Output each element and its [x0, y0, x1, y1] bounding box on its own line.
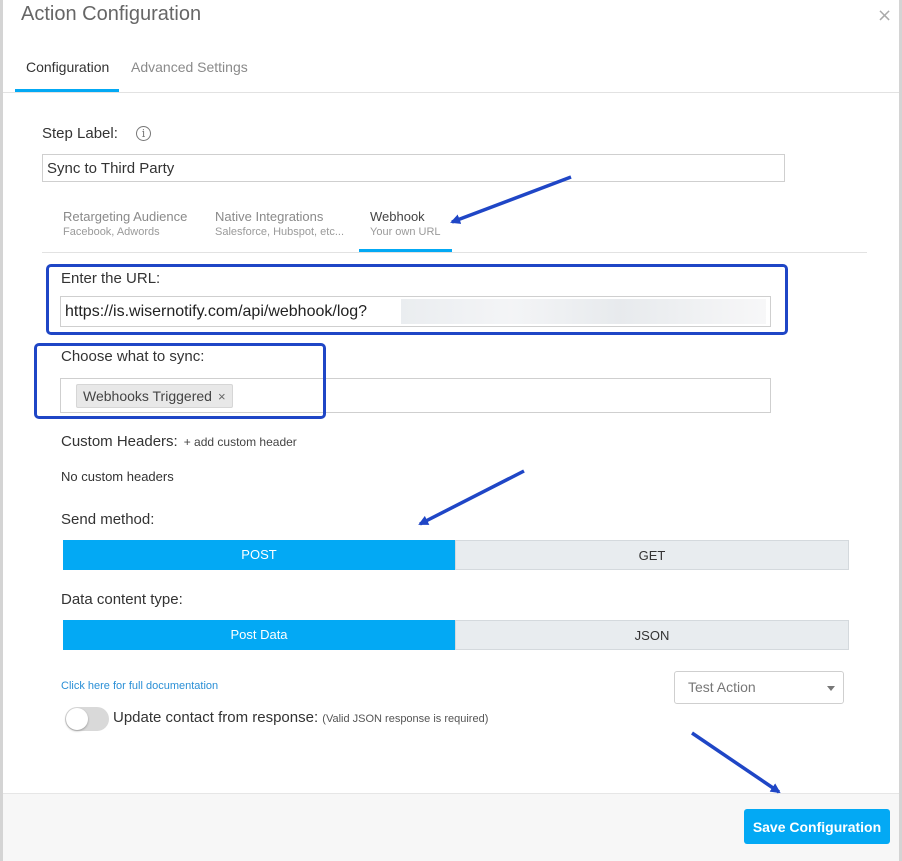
info-icon[interactable]: i: [136, 126, 151, 141]
dialog-title: Action Configuration: [21, 3, 202, 25]
sub-tab-title: Retargeting Audience: [63, 209, 188, 224]
documentation-link[interactable]: Click here for full documentation: [61, 680, 218, 692]
custom-headers-row: Custom Headers: + add custom header: [61, 433, 297, 450]
chevron-down-icon: [827, 686, 835, 691]
sub-tab-webhook[interactable]: Webhook Your own URL: [370, 209, 441, 238]
sub-tab-title: Webhook: [370, 209, 425, 224]
send-method-toggle: POST GET: [63, 540, 849, 570]
integration-type-tabs: Retargeting Audience Facebook, Adwords N…: [42, 205, 867, 253]
active-sub-tab-indicator: [359, 249, 452, 252]
update-contact-toggle[interactable]: [65, 707, 109, 731]
main-tabs: Configuration Advanced Settings: [3, 44, 899, 93]
no-custom-headers-text: No custom headers: [61, 469, 174, 484]
url-highlight-box: [46, 264, 788, 335]
sync-highlight-box: [34, 343, 326, 419]
sub-tab-subtitle: Facebook, Adwords: [63, 226, 160, 238]
sub-tab-title: Native Integrations: [215, 209, 324, 224]
sub-tab-subtitle: Your own URL: [370, 226, 441, 238]
content-type-label: Data content type:: [61, 591, 183, 608]
send-method-label: Send method:: [61, 511, 155, 528]
add-custom-header-link[interactable]: + add custom header: [184, 435, 297, 449]
content-type-post-data[interactable]: Post Data: [63, 620, 455, 650]
update-contact-note: (Valid JSON response is required): [322, 713, 489, 725]
tab-advanced-settings[interactable]: Advanced Settings: [131, 59, 248, 75]
content-type-json[interactable]: JSON: [455, 620, 849, 650]
save-configuration-button[interactable]: Save Configuration: [744, 809, 890, 844]
content-type-toggle: Post Data JSON: [63, 620, 849, 650]
update-contact-label: Update contact from response:: [113, 709, 319, 726]
sub-tab-native-integrations[interactable]: Native Integrations Salesforce, Hubspot,…: [215, 209, 344, 238]
toggle-knob: [66, 708, 88, 730]
update-contact-row: Update contact from response: (Valid JSO…: [113, 709, 488, 726]
send-method-get[interactable]: GET: [455, 540, 849, 570]
close-icon[interactable]: ×: [877, 5, 892, 26]
test-action-value: Test Action: [688, 679, 756, 695]
step-label-input[interactable]: [42, 154, 785, 182]
custom-headers-label: Custom Headers:: [61, 433, 178, 450]
tab-configuration[interactable]: Configuration: [26, 59, 109, 75]
step-label-label: Step Label:: [42, 125, 118, 142]
active-tab-indicator: [15, 89, 119, 92]
test-action-select[interactable]: Test Action: [674, 671, 844, 704]
action-configuration-dialog: Action Configuration × Configuration Adv…: [0, 0, 902, 861]
send-method-post[interactable]: POST: [63, 540, 455, 570]
sub-tab-retargeting-audience[interactable]: Retargeting Audience Facebook, Adwords: [63, 209, 187, 238]
sub-tab-subtitle: Salesforce, Hubspot, etc...: [215, 226, 345, 238]
